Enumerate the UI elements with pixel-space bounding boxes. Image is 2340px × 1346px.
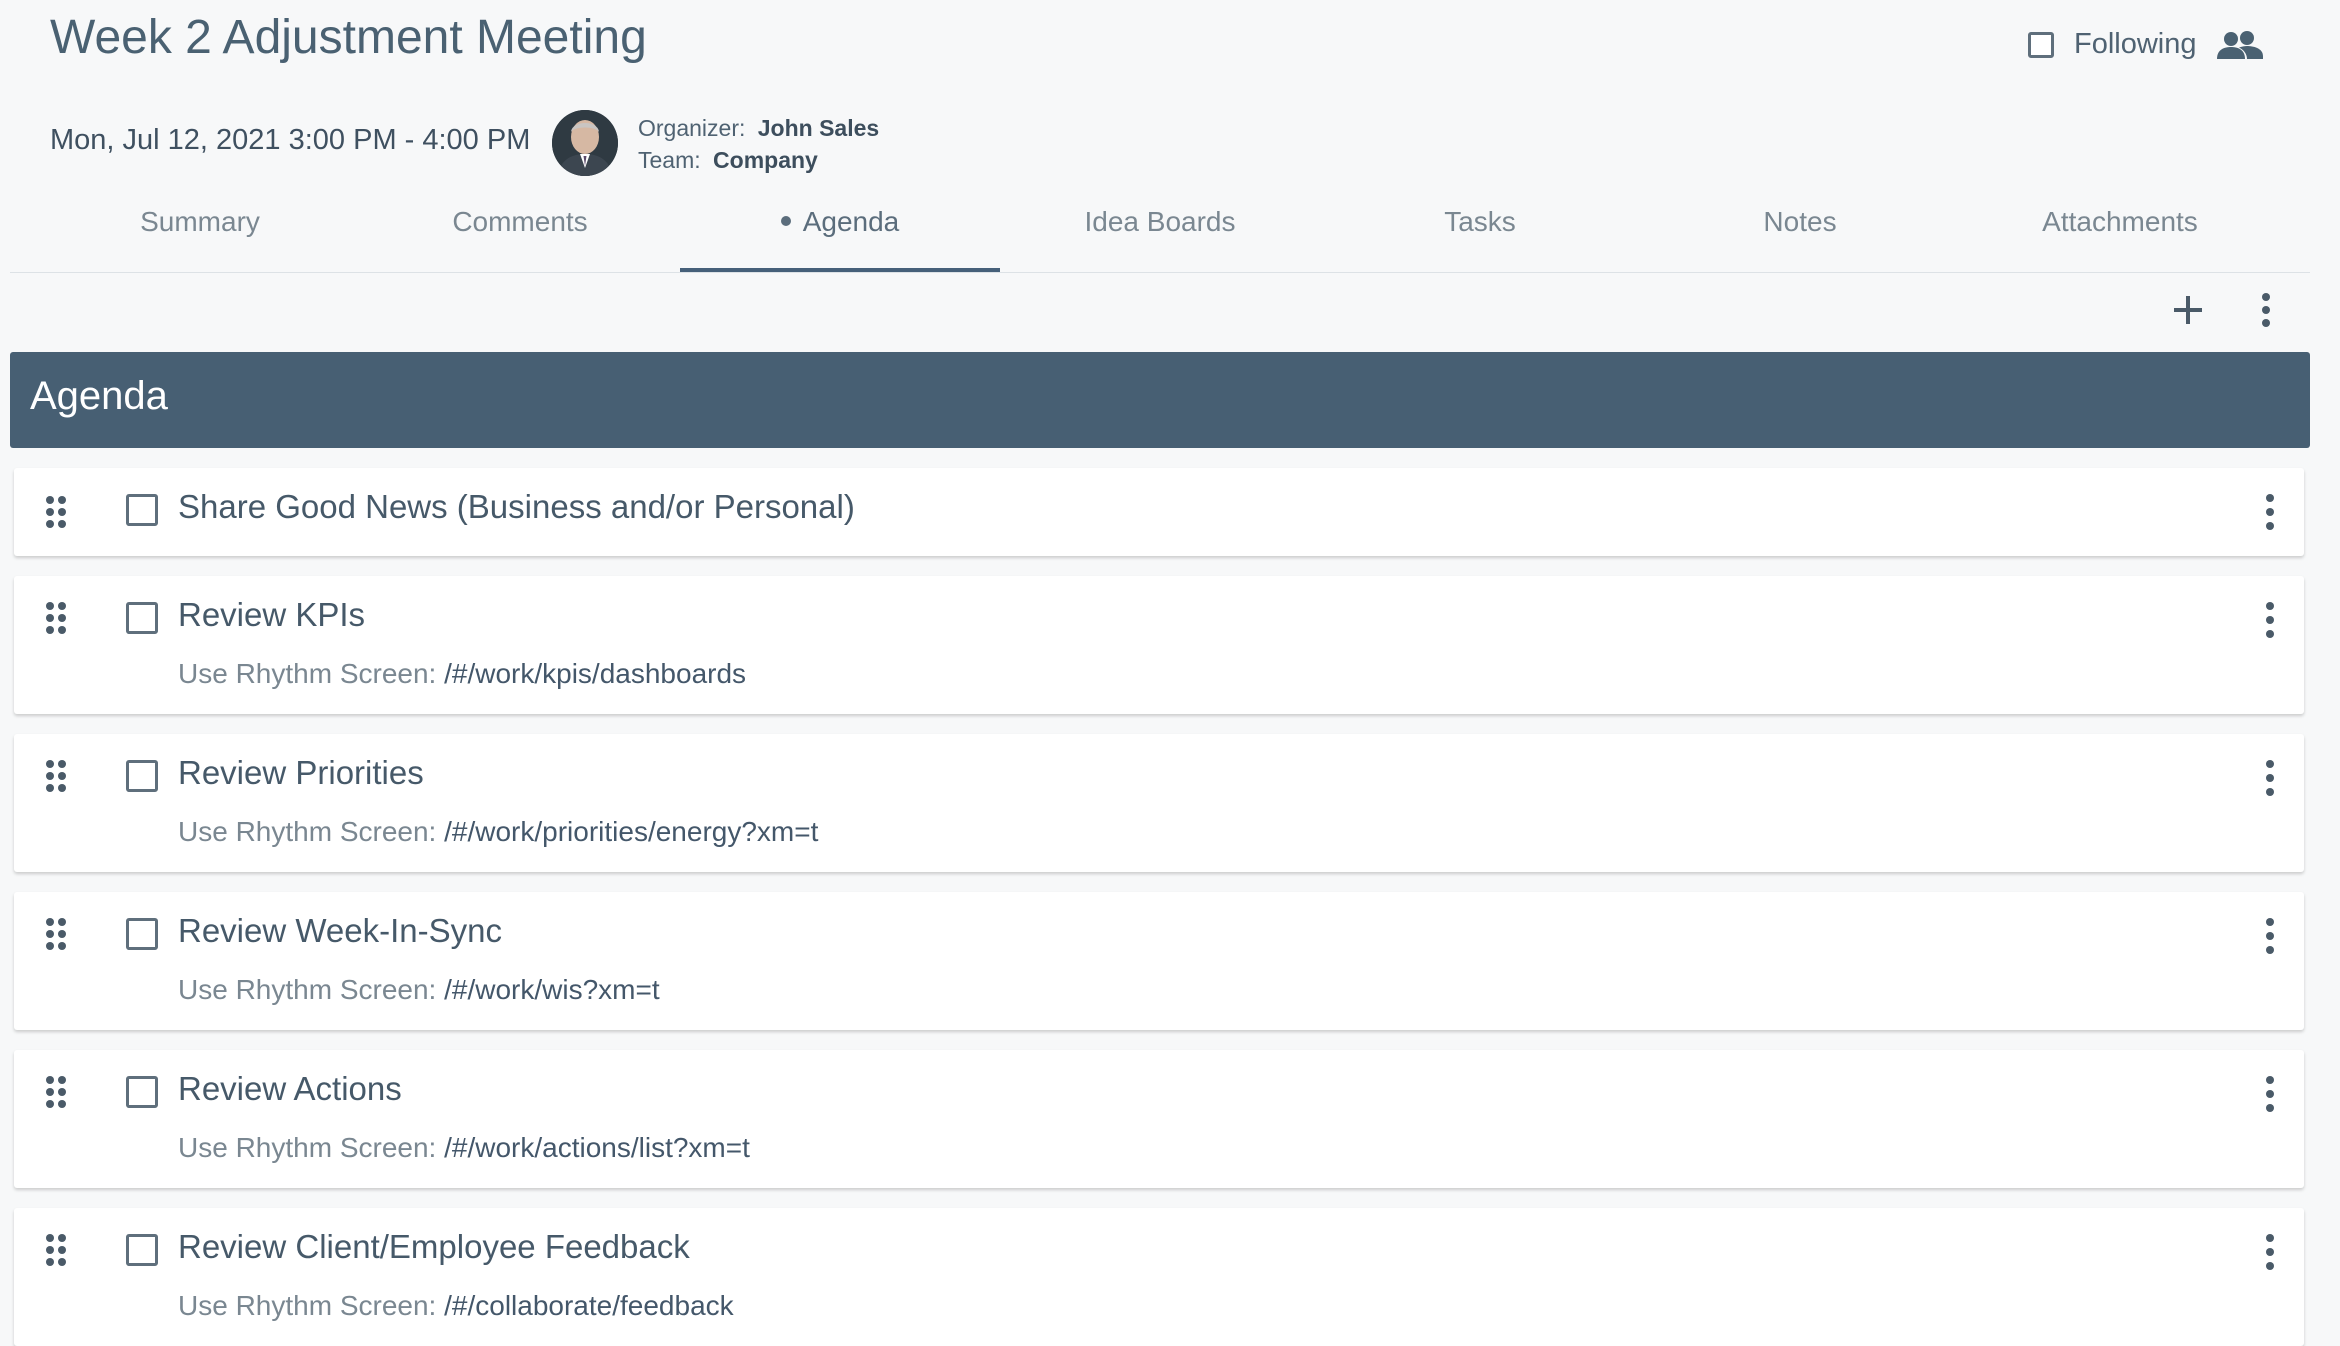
agenda-item-title: Review Priorities — [178, 754, 424, 791]
agenda-item-title: Review Client/Employee Feedback — [178, 1228, 690, 1265]
more-vert-icon[interactable] — [2262, 1232, 2278, 1272]
agenda-item-title: Review Week-In-Sync — [178, 912, 502, 949]
active-dot-icon — [780, 215, 791, 226]
drag-handle-icon[interactable] — [44, 1074, 68, 1110]
team-label: Team: — [638, 147, 701, 173]
agenda-item[interactable]: Review Client/Employee Feedback Use Rhyt… — [14, 1208, 2304, 1346]
rhythm-screen-link[interactable]: /#/work/kpis/dashboards — [444, 658, 746, 689]
rhythm-screen-label: Use Rhythm Screen: — [178, 816, 437, 847]
agenda-item-subtitle: Use Rhythm Screen: /#/collaborate/feedba… — [178, 1290, 734, 1322]
more-vert-icon[interactable] — [2262, 492, 2278, 532]
drag-handle-icon[interactable] — [44, 494, 68, 530]
tab-idea-boards[interactable]: Idea Boards — [1000, 196, 1320, 270]
following-toggle[interactable]: Following — [2028, 28, 2263, 61]
more-vert-icon[interactable] — [2262, 600, 2278, 640]
more-vert-icon[interactable] — [2256, 290, 2276, 330]
agenda-item-subtitle: Use Rhythm Screen: /#/work/priorities/en… — [178, 816, 818, 848]
rhythm-screen-label: Use Rhythm Screen: — [178, 974, 437, 1005]
avatar — [552, 110, 618, 176]
tab-notes[interactable]: Notes — [1640, 196, 1960, 270]
drag-handle-icon[interactable] — [44, 600, 68, 636]
page-title: Week 2 Adjustment Meeting — [50, 11, 647, 64]
more-vert-icon[interactable] — [2262, 916, 2278, 956]
tab-tasks[interactable]: Tasks — [1320, 196, 1640, 270]
tab-label: Notes — [1763, 206, 1837, 237]
tab-attachments[interactable]: Attachments — [1960, 196, 2280, 270]
agenda-item[interactable]: Review Actions Use Rhythm Screen: /#/wor… — [14, 1050, 2304, 1188]
tab-label: Idea Boards — [1084, 206, 1236, 237]
drag-handle-icon[interactable] — [44, 916, 68, 952]
team-name: Company — [713, 147, 818, 173]
rhythm-screen-label: Use Rhythm Screen: — [178, 1290, 437, 1321]
agenda-item-title: Review KPIs — [178, 596, 366, 633]
agenda-item-subtitle: Use Rhythm Screen: /#/work/kpis/dashboar… — [178, 658, 746, 690]
tab-bar: Summary Comments Agenda Idea Boards Task… — [10, 196, 2310, 273]
organizer-name: John Sales — [757, 115, 880, 141]
following-label: Following — [2074, 28, 2197, 60]
agenda-item-subtitle: Use Rhythm Screen: /#/work/actions/list?… — [178, 1132, 750, 1164]
agenda-item[interactable]: Review Week-In-Sync Use Rhythm Screen: /… — [14, 892, 2304, 1030]
more-vert-icon[interactable] — [2262, 1074, 2278, 1114]
tab-label: Attachments — [2042, 206, 2198, 237]
tab-underline — [680, 268, 1000, 272]
tab-comments[interactable]: Comments — [360, 196, 680, 270]
more-vert-icon[interactable] — [2262, 758, 2278, 798]
rhythm-screen-link[interactable]: /#/work/wis?xm=t — [444, 974, 660, 1005]
rhythm-screen-link[interactable]: /#/work/actions/list?xm=t — [444, 1132, 750, 1163]
rhythm-screen-link[interactable]: /#/collaborate/feedback — [444, 1290, 734, 1321]
tab-agenda[interactable]: Agenda — [680, 196, 1000, 272]
agenda-item-checkbox[interactable] — [126, 1234, 158, 1266]
tab-label: Agenda — [802, 206, 900, 237]
agenda-item-checkbox[interactable] — [126, 602, 158, 634]
agenda-item[interactable]: Review KPIs Use Rhythm Screen: /#/work/k… — [14, 576, 2304, 714]
agenda-item-checkbox[interactable] — [126, 760, 158, 792]
tab-summary[interactable]: Summary — [40, 196, 360, 270]
agenda-item-title: Share Good News (Business and/or Persona… — [178, 488, 855, 525]
rhythm-screen-label: Use Rhythm Screen: — [178, 658, 437, 689]
agenda-header-title: Agenda — [30, 374, 168, 418]
agenda-header: Agenda — [10, 352, 2310, 448]
organizer-info: Organizer: John Sales Team: Company — [638, 112, 879, 176]
agenda-item-checkbox[interactable] — [126, 918, 158, 950]
following-checkbox[interactable] — [2028, 31, 2054, 58]
add-icon[interactable] — [2168, 290, 2208, 330]
drag-handle-icon[interactable] — [44, 1232, 68, 1268]
agenda-item[interactable]: Review Priorities Use Rhythm Screen: /#/… — [14, 734, 2304, 872]
tab-label: Tasks — [1444, 206, 1516, 237]
rhythm-screen-label: Use Rhythm Screen: — [178, 1132, 437, 1163]
tab-label: Comments — [452, 206, 588, 237]
organizer-label: Organizer: — [638, 115, 746, 141]
agenda-item-subtitle: Use Rhythm Screen: /#/work/wis?xm=t — [178, 974, 660, 1006]
agenda-item-checkbox[interactable] — [126, 1076, 158, 1108]
drag-handle-icon[interactable] — [44, 758, 68, 794]
meeting-datetime: Mon, Jul 12, 2021 3:00 PM - 4:00 PM — [50, 124, 531, 156]
agenda-item-checkbox[interactable] — [126, 494, 158, 526]
tab-label: Summary — [140, 206, 260, 237]
rhythm-screen-link[interactable]: /#/work/priorities/energy?xm=t — [444, 816, 818, 847]
agenda-item[interactable]: Share Good News (Business and/or Persona… — [14, 468, 2304, 556]
agenda-item-title: Review Actions — [178, 1070, 402, 1107]
people-icon[interactable] — [2216, 29, 2263, 61]
